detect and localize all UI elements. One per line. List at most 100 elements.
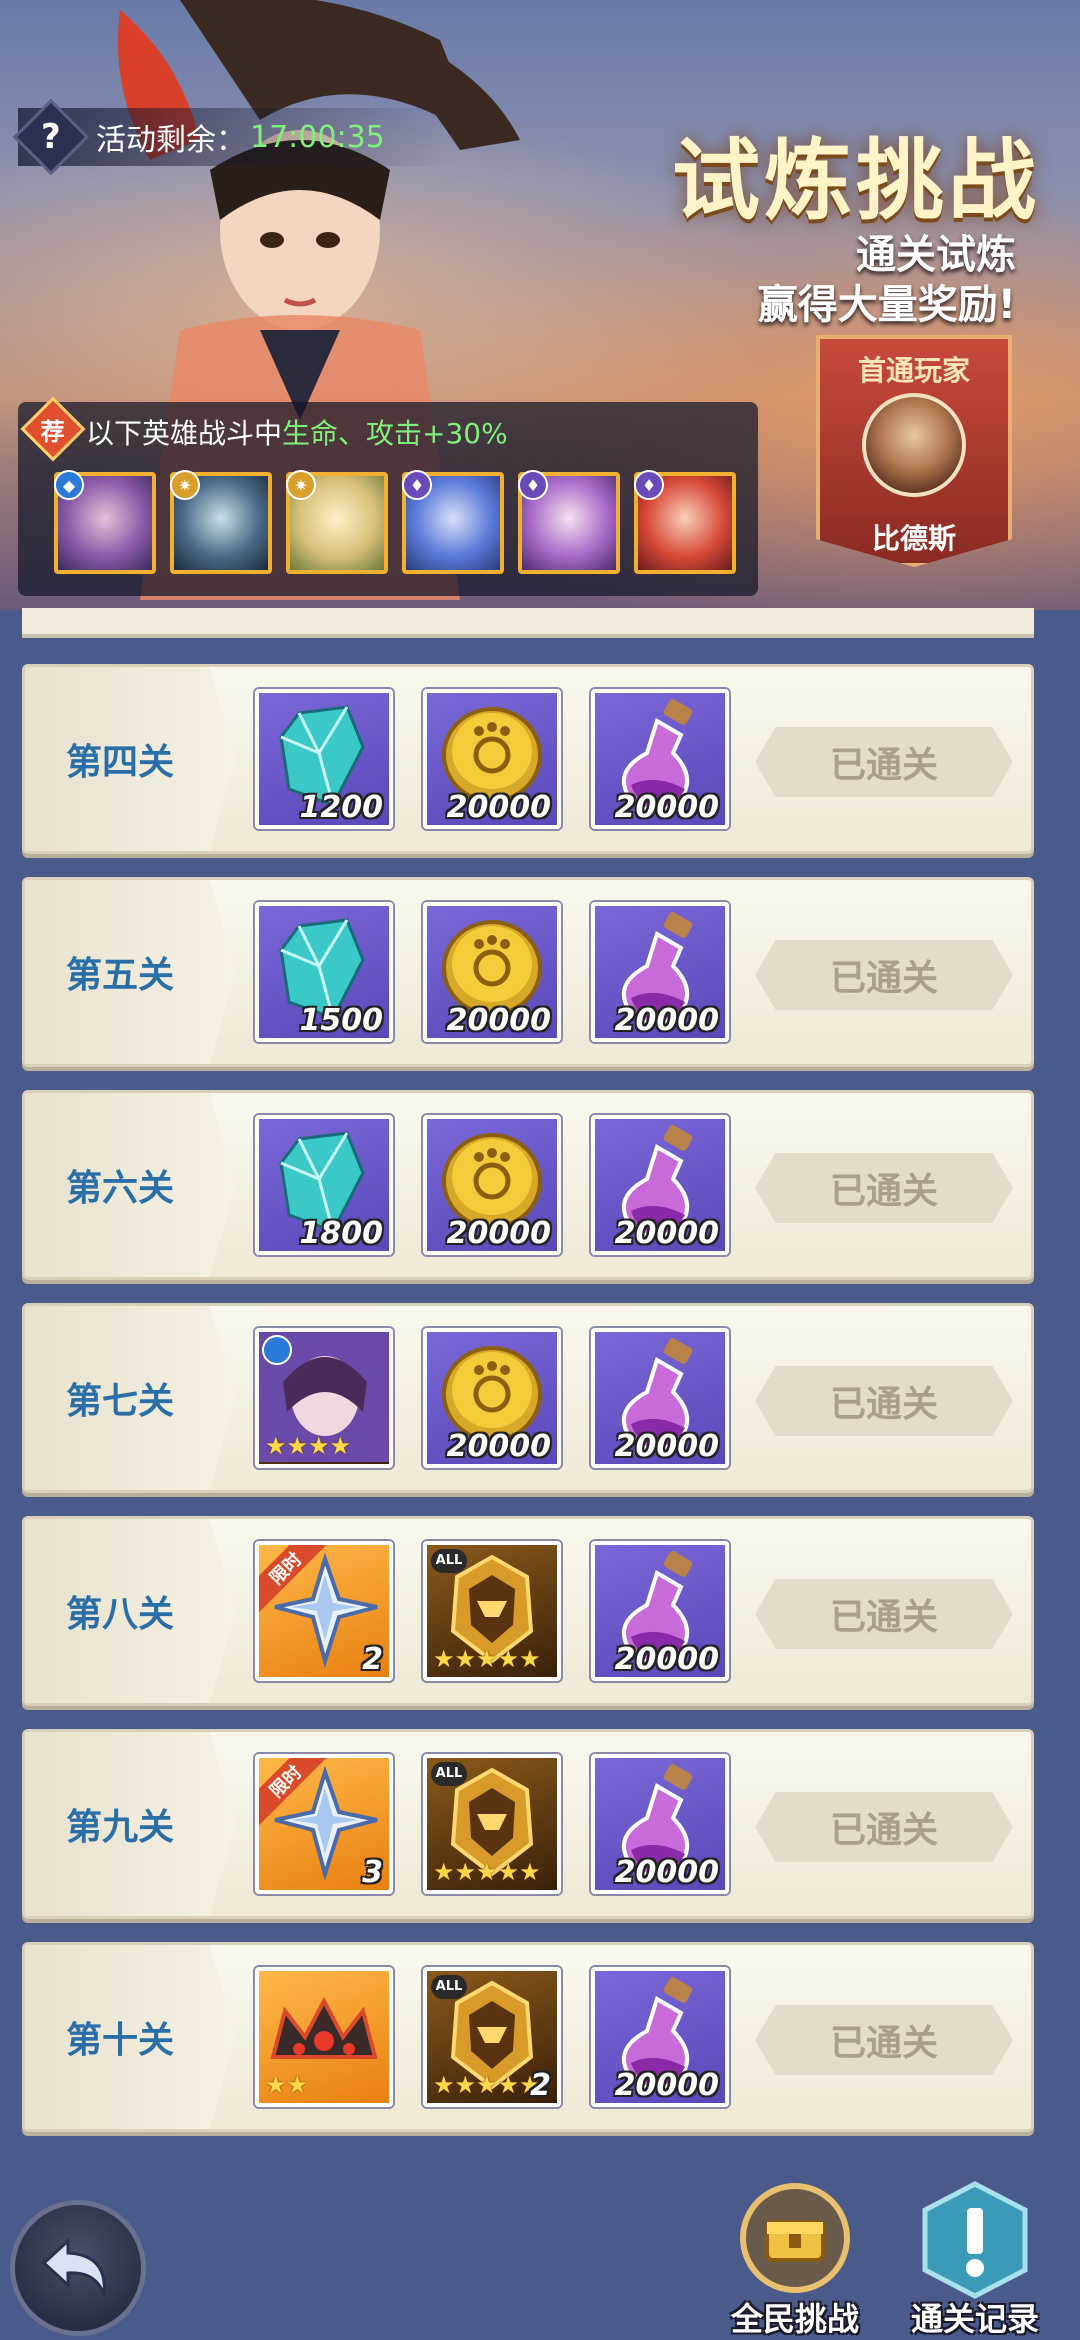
reward-quantity: 2 xyxy=(530,2068,551,2103)
star-rating: ★★★★ xyxy=(265,1432,352,1460)
reward-quantity: 20000 xyxy=(614,1855,719,1890)
star-rating: ★★ xyxy=(265,2071,309,2099)
clear-record-button[interactable]: 通关记录 xyxy=(900,2180,1050,2340)
all-tag: ALL xyxy=(431,1762,467,1786)
reward-quantity: 1500 xyxy=(299,1003,384,1038)
reward-list: 1800 20000 20000 xyxy=(255,1115,729,1255)
stage-row: 第四关 1200 20000 20000 已通关 xyxy=(22,664,1034,854)
cleared-status-button[interactable]: 已通关 xyxy=(755,727,1013,797)
reward-quantity: 20000 xyxy=(614,1216,719,1251)
all-tag: ALL xyxy=(431,1549,467,1573)
reward-item[interactable]: 20000 xyxy=(591,1967,729,2107)
bonus-hero-portrait[interactable]: ✷ xyxy=(170,470,272,574)
dark-element-icon: ♦ xyxy=(634,470,664,500)
reward-quantity: 3 xyxy=(362,1855,383,1890)
stage-row: 第十关 ★★ ALL ★★★★★ 2 20000 已通关 xyxy=(22,1942,1034,2132)
reward-quantity: 20000 xyxy=(614,2068,719,2103)
reward-item[interactable]: 20000 xyxy=(423,689,561,829)
help-icon[interactable]: ? xyxy=(12,98,90,176)
reward-list: 限时 3 ALL ★★★★★ 20000 xyxy=(255,1754,729,1894)
stage-row-partial xyxy=(22,608,1034,638)
page-title: 试炼挑战 xyxy=(671,128,1040,232)
reward-quantity: 20000 xyxy=(614,790,719,825)
first-clear-label: 首通玩家 xyxy=(857,354,970,387)
reward-item[interactable]: 20000 xyxy=(591,1328,729,1468)
reward-item[interactable]: 限时 2 xyxy=(255,1541,393,1681)
stage-row: 第九关 限时 3 ALL ★★★★★ 20000 已通关 xyxy=(22,1729,1034,1919)
cleared-status-button[interactable]: 已通关 xyxy=(755,1366,1013,1436)
stage-row: 第五关 1500 20000 20000 已通关 xyxy=(22,877,1034,1067)
reward-list: ★★ ALL ★★★★★ 2 20000 xyxy=(255,1967,729,2107)
reward-list: 1200 20000 20000 xyxy=(255,689,729,829)
timer-value: 17:00:35 xyxy=(250,119,385,155)
bonus-text-prefix: 以下英雄战斗中 xyxy=(86,417,283,450)
reward-item[interactable]: ★★ xyxy=(255,1967,393,2107)
subtitle-line2: 赢得大量奖励! xyxy=(757,282,1016,328)
reward-quantity: 20000 xyxy=(446,1003,551,1038)
challenge-chest-icon xyxy=(740,2183,850,2293)
first-clear-avatar xyxy=(862,393,966,497)
reward-item[interactable]: 20000 xyxy=(423,1328,561,1468)
stage-label: 第八关 xyxy=(25,1519,235,1703)
cleared-status-button[interactable]: 已通关 xyxy=(755,1792,1013,1862)
all-challenge-button[interactable]: 全民挑战 xyxy=(720,2180,870,2340)
bonus-hero-portrait[interactable]: ✷ xyxy=(286,470,388,574)
reward-item[interactable]: 20000 xyxy=(591,1115,729,1255)
reward-list: 限时 2 ALL ★★★★★ 20000 xyxy=(255,1541,729,1681)
star-rating: ★★★★★ xyxy=(433,1645,541,1673)
reward-quantity: 2 xyxy=(362,1642,383,1677)
stage-label: 第十关 xyxy=(25,1945,235,2129)
first-clear-player-name: 比德斯 xyxy=(871,522,956,555)
bonus-hero-portrait[interactable]: ♦ xyxy=(634,470,736,574)
record-exclamation-icon xyxy=(922,2181,1028,2299)
stage-list[interactable]: 第四关 1200 20000 20000 已通关 第五关 1500 20000 20000 已通关… xyxy=(0,608,1080,2168)
clear-record-label: 通关记录 xyxy=(910,2300,1039,2338)
reward-item[interactable]: 1800 xyxy=(255,1115,393,1255)
back-button[interactable] xyxy=(10,2200,146,2336)
reward-item[interactable]: 20000 xyxy=(591,689,729,829)
reward-quantity: 20000 xyxy=(614,1429,719,1464)
light-element-icon: ✷ xyxy=(286,470,316,500)
reward-quantity: 1200 xyxy=(299,790,384,825)
recommend-tag-icon: 荐 xyxy=(20,396,86,462)
bonus-hero-portrait[interactable]: ♦ xyxy=(402,470,504,574)
timer-label: 活动剩余： xyxy=(96,123,246,158)
first-clear-badge[interactable]: 首通玩家 比德斯 xyxy=(816,335,1012,567)
reward-item[interactable]: 20000 xyxy=(591,902,729,1042)
footer: 全民挑战 通关记录 xyxy=(0,2170,1080,2340)
all-challenge-label: 全民挑战 xyxy=(730,2300,859,2338)
reward-quantity: 1800 xyxy=(299,1216,384,1251)
hero-bonus-panel: 荐 以下英雄战斗中生命、攻击+30% ◆ ✷ ✷ ♦ ♦ ♦ xyxy=(18,396,758,596)
reward-item[interactable]: ALL ★★★★★ xyxy=(423,1541,561,1681)
reward-item[interactable]: ★★★★ xyxy=(255,1328,393,1468)
event-banner: ? 活动剩余： 17:00:35 试炼挑战 通关试炼 赢得大量奖励! 首通玩家 … xyxy=(0,0,1080,610)
bonus-hero-list: ◆ ✷ ✷ ♦ ♦ ♦ xyxy=(54,470,736,574)
stage-row: 第六关 1800 20000 20000 已通关 xyxy=(22,1090,1034,1280)
bonus-hero-portrait[interactable]: ♦ xyxy=(518,470,620,574)
reward-item[interactable]: 20000 xyxy=(591,1754,729,1894)
bonus-hero-portrait[interactable]: ◆ xyxy=(54,470,156,574)
stage-label: 第九关 xyxy=(25,1732,235,1916)
reward-item[interactable]: ALL ★★★★★ xyxy=(423,1754,561,1894)
cleared-status-button[interactable]: 已通关 xyxy=(755,2005,1013,2075)
stage-row: 第七关 ★★★★ 20000 20000 已通关 xyxy=(22,1303,1034,1493)
event-timer: ? 活动剩余： 17:00:35 xyxy=(12,98,448,176)
reward-item[interactable]: 1500 xyxy=(255,902,393,1042)
stage-label: 第五关 xyxy=(25,880,235,1064)
all-tag: ALL xyxy=(431,1975,467,1999)
reward-item[interactable]: 1200 xyxy=(255,689,393,829)
stage-label: 第四关 xyxy=(25,667,235,851)
reward-quantity: 20000 xyxy=(614,1642,719,1677)
reward-quantity: 20000 xyxy=(446,790,551,825)
reward-item[interactable]: 20000 xyxy=(423,902,561,1042)
reward-item[interactable]: ALL ★★★★★ 2 xyxy=(423,1967,561,2107)
reward-item[interactable]: 20000 xyxy=(423,1115,561,1255)
reward-list: ★★★★ 20000 20000 xyxy=(255,1328,729,1468)
dark-element-icon: ♦ xyxy=(402,470,432,500)
reward-item[interactable]: 限时 3 xyxy=(255,1754,393,1894)
reward-list: 1500 20000 20000 xyxy=(255,902,729,1042)
cleared-status-button[interactable]: 已通关 xyxy=(755,1579,1013,1649)
cleared-status-button[interactable]: 已通关 xyxy=(755,940,1013,1010)
cleared-status-button[interactable]: 已通关 xyxy=(755,1153,1013,1223)
reward-item[interactable]: 20000 xyxy=(591,1541,729,1681)
